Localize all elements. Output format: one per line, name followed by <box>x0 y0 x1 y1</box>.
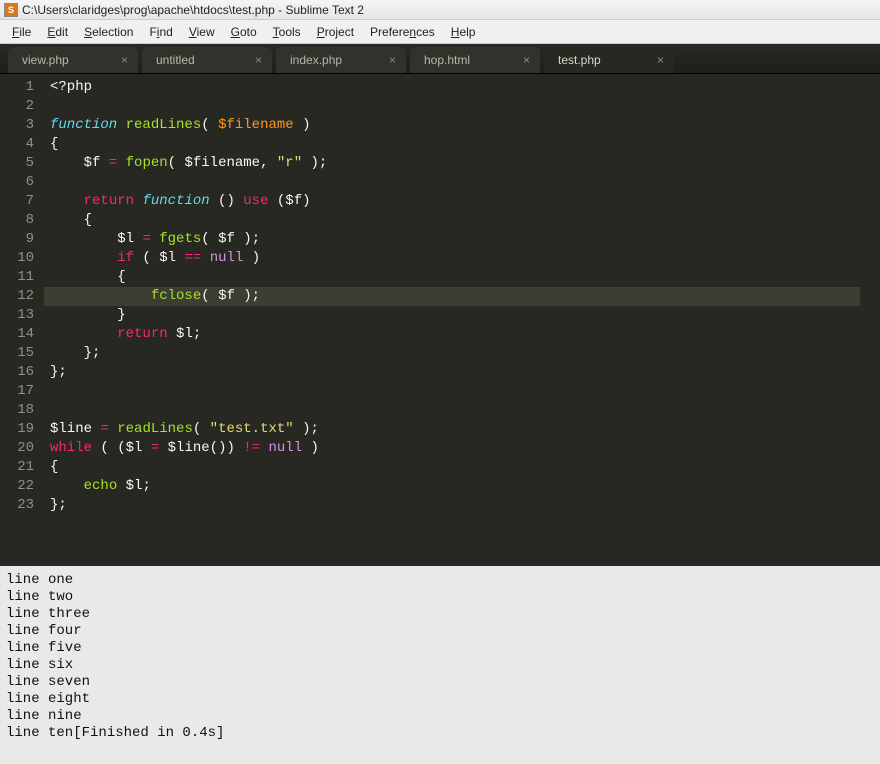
line-number: 15 <box>4 344 34 363</box>
line-number: 12 <box>4 287 34 306</box>
menu-preferences[interactable]: Preferences <box>362 23 443 41</box>
line-number: 21 <box>4 458 34 477</box>
tab-label: test.php <box>558 53 601 67</box>
code-line[interactable]: return function () use ($f) <box>44 192 860 211</box>
code-line[interactable]: while ( ($l = $line()) != null ) <box>44 439 860 458</box>
line-number: 6 <box>4 173 34 192</box>
tabbar: view.php×untitled×index.php×hop.html×tes… <box>0 44 880 74</box>
code-line[interactable]: }; <box>44 363 860 382</box>
line-number: 13 <box>4 306 34 325</box>
menu-file[interactable]: File <box>4 23 39 41</box>
line-number: 5 <box>4 154 34 173</box>
code-line[interactable] <box>44 401 860 420</box>
tab-label: view.php <box>22 53 69 67</box>
code-line[interactable]: fclose( $f ); <box>44 287 860 306</box>
tab-view-php[interactable]: view.php × <box>8 47 138 73</box>
tab-label: hop.html <box>424 53 470 67</box>
line-number: 19 <box>4 420 34 439</box>
line-number: 2 <box>4 97 34 116</box>
code-line[interactable]: } <box>44 306 860 325</box>
code-line[interactable]: $f = fopen( $filename, "r" ); <box>44 154 860 173</box>
menu-goto[interactable]: Goto <box>223 23 265 41</box>
line-number: 10 <box>4 249 34 268</box>
line-number: 9 <box>4 230 34 249</box>
code-line[interactable]: if ( $l == null ) <box>44 249 860 268</box>
line-number: 18 <box>4 401 34 420</box>
tab-label: index.php <box>290 53 342 67</box>
code-line[interactable] <box>44 382 860 401</box>
code-line[interactable] <box>44 173 860 192</box>
line-number: 11 <box>4 268 34 287</box>
close-icon[interactable]: × <box>523 53 530 67</box>
line-number: 14 <box>4 325 34 344</box>
line-number: 3 <box>4 116 34 135</box>
code-area[interactable]: <?php function readLines( $filename ){ $… <box>44 74 860 566</box>
code-line[interactable]: return $l; <box>44 325 860 344</box>
code-line[interactable]: }; <box>44 496 860 515</box>
code-line[interactable] <box>44 97 860 116</box>
minimap[interactable] <box>860 74 880 566</box>
tab-hop-html[interactable]: hop.html × <box>410 47 540 73</box>
code-line[interactable]: $line = readLines( "test.txt" ); <box>44 420 860 439</box>
menu-selection[interactable]: Selection <box>76 23 141 41</box>
close-icon[interactable]: × <box>121 53 128 67</box>
menu-view[interactable]: View <box>181 23 223 41</box>
code-line[interactable]: { <box>44 135 860 154</box>
line-number: 8 <box>4 211 34 230</box>
close-icon[interactable]: × <box>389 53 396 67</box>
tab-untitled[interactable]: untitled × <box>142 47 272 73</box>
output-panel: line one line two line three line four l… <box>0 566 880 764</box>
window-title: C:\Users\claridges\prog\apache\htdocs\te… <box>22 3 364 17</box>
line-number: 16 <box>4 363 34 382</box>
line-number: 4 <box>4 135 34 154</box>
line-number: 7 <box>4 192 34 211</box>
app-icon: S <box>4 3 18 17</box>
line-number: 22 <box>4 477 34 496</box>
code-line[interactable]: { <box>44 458 860 477</box>
tab-label: untitled <box>156 53 195 67</box>
menu-tools[interactable]: Tools <box>265 23 309 41</box>
menu-help[interactable]: Help <box>443 23 484 41</box>
titlebar: S C:\Users\claridges\prog\apache\htdocs\… <box>0 0 880 20</box>
gutter: 1234567891011121314151617181920212223 <box>0 74 44 566</box>
close-icon[interactable]: × <box>657 53 664 67</box>
code-line[interactable]: }; <box>44 344 860 363</box>
menu-find[interactable]: Find <box>141 23 180 41</box>
code-line[interactable]: function readLines( $filename ) <box>44 116 860 135</box>
code-line[interactable]: { <box>44 211 860 230</box>
close-icon[interactable]: × <box>255 53 262 67</box>
line-number: 1 <box>4 78 34 97</box>
line-number: 23 <box>4 496 34 515</box>
code-line[interactable]: $l = fgets( $f ); <box>44 230 860 249</box>
menu-project[interactable]: Project <box>309 23 362 41</box>
tab-test-php[interactable]: test.php × <box>544 47 674 73</box>
menu-edit[interactable]: Edit <box>39 23 76 41</box>
code-line[interactable]: <?php <box>44 78 860 97</box>
menubar: FileEditSelectionFindViewGotoToolsProjec… <box>0 20 880 44</box>
editor[interactable]: 1234567891011121314151617181920212223 <?… <box>0 74 880 566</box>
line-number: 20 <box>4 439 34 458</box>
line-number: 17 <box>4 382 34 401</box>
code-line[interactable]: echo $l; <box>44 477 860 496</box>
code-line[interactable]: { <box>44 268 860 287</box>
tab-index-php[interactable]: index.php × <box>276 47 406 73</box>
